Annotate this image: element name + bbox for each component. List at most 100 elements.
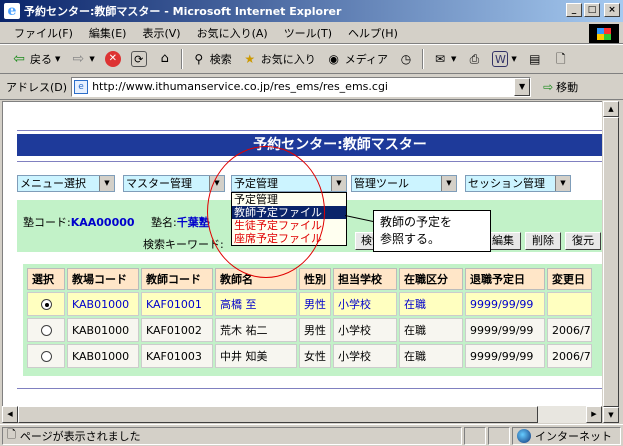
highlight-ellipse <box>207 146 325 278</box>
toolbar: ⇦ 戻る ▼ ⇨ ▼ ✕ ⟳ ⌂ ⚲ 検索 ★ お気に入り ◉ メディア ◷ ✉… <box>0 44 623 74</box>
history-button[interactable]: ◷ <box>393 47 419 71</box>
table-row[interactable]: KAB01000 KAF01003 中井 知美 女性 小学校 在職 9999/9… <box>27 344 592 368</box>
table-row[interactable]: KAB01000 KAF01001 高橋 至 男性 小学校 在職 9999/99… <box>27 292 592 316</box>
menu-select[interactable]: メニュー選択 ▼ <box>17 175 115 192</box>
changed-date-cell: 2006/7 <box>547 344 592 368</box>
callout-line-1: 教師の予定を <box>380 215 453 229</box>
close-button[interactable]: × <box>604 3 620 17</box>
vertical-scroll-thumb[interactable] <box>603 117 619 407</box>
media-label: メディア <box>344 53 389 66</box>
annotation-callout: 教師の予定を 参照する。 <box>373 210 491 252</box>
col-campus-code: 教場コード <box>67 268 139 290</box>
status-cell: 在職 <box>399 318 463 342</box>
school-code: 塾コード:KAA00000 <box>23 214 135 230</box>
forward-dropdown-icon: ▼ <box>89 55 95 63</box>
search-button[interactable]: ⚲ 検索 <box>186 47 237 71</box>
school-cell: 小学校 <box>333 292 397 316</box>
scroll-right-icon[interactable]: ▶ <box>586 406 602 423</box>
search-label: 検索 <box>209 53 232 66</box>
tools-select-value: 管理ツール <box>354 177 409 190</box>
changed-date-cell: 2006/7 <box>547 318 592 342</box>
address-label: アドレス(D) <box>6 80 68 94</box>
col-status: 在職区分 <box>399 268 463 290</box>
back-button[interactable]: ⇦ 戻る ▼ <box>6 47 65 71</box>
table-row[interactable]: KAB01000 KAF01002 荒木 祐二 男性 小学校 在職 9999/9… <box>27 318 592 342</box>
teacher-name-cell[interactable]: 高橋 至 <box>215 292 297 316</box>
mail-button[interactable]: ✉ ▼ <box>427 47 461 71</box>
radio-icon[interactable] <box>40 325 52 336</box>
col-teacher-code: 教師コード <box>141 268 213 290</box>
edit-page-button[interactable]: W ▼ <box>487 47 521 71</box>
stop-button[interactable]: ✕ <box>100 47 126 71</box>
chevron-down-icon[interactable]: ▼ <box>331 176 346 191</box>
retire-date-cell: 9999/99/99 <box>465 344 545 368</box>
favorites-icon: ★ <box>244 52 256 66</box>
status-cell: 在職 <box>399 344 463 368</box>
campus-code-cell[interactable]: KAB01000 <box>67 292 139 316</box>
delete-button[interactable]: 削除 <box>525 232 561 250</box>
campus-code-cell: KAB01000 <box>67 344 139 368</box>
discuss-button[interactable]: ▤ <box>522 47 548 71</box>
changed-date-cell <box>547 292 592 316</box>
session-select[interactable]: セッション管理 ▼ <box>465 175 571 192</box>
row-radio-cell[interactable] <box>27 292 65 316</box>
forward-arrow-icon: ⇨ <box>72 51 85 67</box>
menu-tools[interactable]: ツール(T) <box>276 25 340 41</box>
media-button[interactable]: ◉ メディア <box>321 47 393 71</box>
go-label: 移動 <box>556 80 579 94</box>
research-icon: 🗋 <box>555 52 566 66</box>
restore-button[interactable]: 復元 <box>565 232 601 250</box>
go-button[interactable]: ⇨ 移動 <box>543 79 578 95</box>
vertical-scrollbar[interactable]: ▲ ▼ <box>602 101 619 423</box>
horizontal-scrollbar[interactable]: ◀ ▶ <box>2 406 602 423</box>
favorites-button[interactable]: ★ お気に入り <box>237 47 321 71</box>
page-viewport: 予約センター:教師マスター メニュー選択 ▼ マスター管理 ▼ 予定管理 ▼ 管… <box>2 101 602 423</box>
print-button[interactable]: ⎙ <box>461 47 487 71</box>
toolbar-separator <box>422 49 425 69</box>
menu-view[interactable]: 表示(V) <box>134 25 188 41</box>
home-button[interactable]: ⌂ <box>152 47 178 71</box>
teacher-name-cell: 荒木 祐二 <box>215 318 297 342</box>
radio-selected-icon[interactable] <box>40 299 52 310</box>
status-zone: インターネット <box>512 426 621 445</box>
word-icon: W <box>492 51 509 67</box>
radio-icon[interactable] <box>40 351 52 362</box>
research-button[interactable]: 🗋 <box>548 47 574 71</box>
minimize-button[interactable]: _ <box>566 3 582 17</box>
chevron-down-icon[interactable]: ▼ <box>99 176 114 191</box>
menu-edit[interactable]: 編集(E) <box>81 25 135 41</box>
master-select-value: マスター管理 <box>126 177 192 190</box>
status-bar: 🗋 ページが表示されました インターネット <box>0 424 623 446</box>
horizontal-scroll-thumb[interactable] <box>18 406 538 423</box>
scroll-down-icon[interactable]: ▼ <box>603 407 619 423</box>
col-school: 担当学校 <box>333 268 397 290</box>
teacher-code-cell[interactable]: KAF01001 <box>141 292 213 316</box>
menu-help[interactable]: ヘルプ(H) <box>340 25 406 41</box>
menu-file[interactable]: ファイル(F) <box>6 25 81 41</box>
address-dropdown-icon[interactable]: ▼ <box>514 77 531 96</box>
row-radio-cell[interactable] <box>27 318 65 342</box>
teacher-name-cell: 中井 知美 <box>215 344 297 368</box>
tools-select[interactable]: 管理ツール ▼ <box>351 175 457 192</box>
scroll-left-icon[interactable]: ◀ <box>2 406 18 423</box>
window-title: 予約センター:教師マスター - Microsoft Internet Explo… <box>24 5 342 18</box>
menu-favorites[interactable]: お気に入り(A) <box>189 25 276 41</box>
campus-code-cell: KAB01000 <box>67 318 139 342</box>
chevron-down-icon[interactable]: ▼ <box>555 176 570 191</box>
retire-date-cell: 9999/99/99 <box>465 292 545 316</box>
favorites-label: お気に入り <box>260 53 316 66</box>
page-heading: 予約センター:教師マスター <box>17 134 602 156</box>
row-radio-cell[interactable] <box>27 344 65 368</box>
chevron-down-icon[interactable]: ▼ <box>441 176 456 191</box>
school-name-label: 塾名: <box>151 216 177 229</box>
teacher-table: 選択 教場コード 教師コード 教師名 性別 担当学校 在職区分 退職予定日 変更… <box>25 266 594 370</box>
refresh-button[interactable]: ⟳ <box>126 47 152 71</box>
scroll-up-icon[interactable]: ▲ <box>603 101 619 117</box>
forward-button[interactable]: ⇨ ▼ <box>65 47 99 71</box>
title-bar: e 予約センター:教師マスター - Microsoft Internet Exp… <box>0 0 623 22</box>
address-input[interactable]: e http://www.ithumanservice.co.jp/res_em… <box>71 76 532 97</box>
discuss-icon: ▤ <box>529 52 541 66</box>
maximize-button[interactable]: □ <box>584 3 600 17</box>
media-icon: ◉ <box>328 52 340 66</box>
menu-select-value: メニュー選択 <box>20 177 86 190</box>
